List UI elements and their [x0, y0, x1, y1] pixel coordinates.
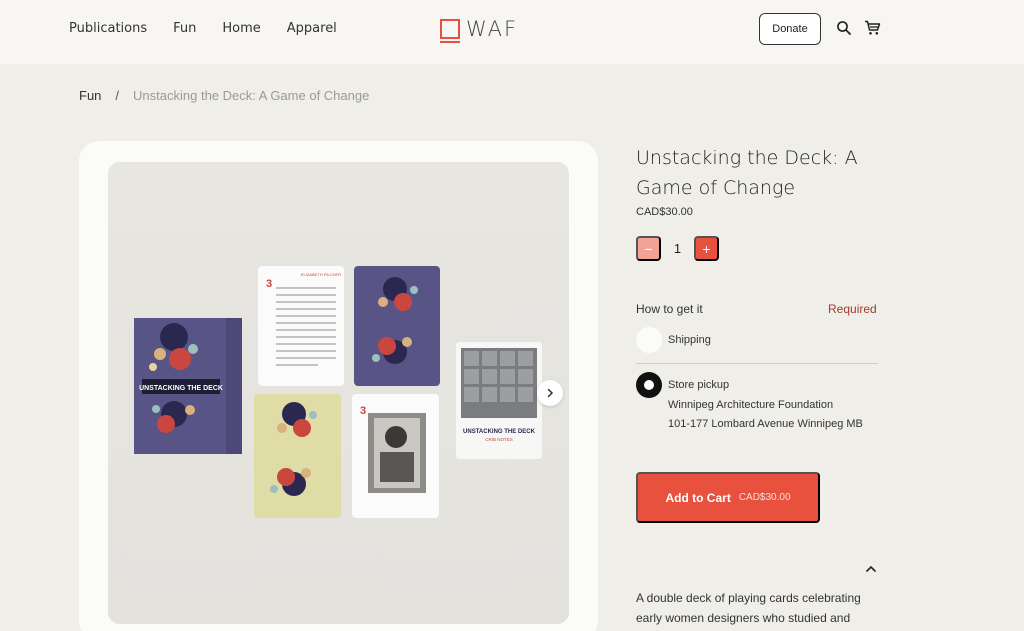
nav-item-fun[interactable]: Fun: [173, 20, 196, 38]
card-front-photo: 3: [352, 394, 439, 518]
chevron-up-icon[interactable]: [864, 561, 878, 575]
product-title: Unstacking the Deck: A Game of Change: [636, 147, 858, 199]
card-rank-top: 3: [266, 278, 272, 290]
logo-mark-icon: [440, 19, 460, 43]
breadcrumb-separator: /: [115, 88, 120, 103]
add-to-cart-button[interactable]: Add to Cart CAD$30.00: [636, 472, 820, 523]
pickup-location: Winnipeg Architecture Foundation: [668, 399, 834, 411]
shipping-option-label[interactable]: Shipping: [668, 331, 711, 350]
site-header: Publications Fun Home Apparel WAF Donate: [0, 0, 1024, 64]
main-nav: Publications Fun Home Apparel: [69, 20, 363, 38]
product-image[interactable]: UNSTACKING THE DECK 3 ELIZABETH PILCHER: [108, 162, 569, 624]
add-to-cart-label: Add to Cart: [665, 490, 731, 505]
quantity-value[interactable]: 1: [661, 241, 694, 256]
card-heading: ELIZABETH PILCHER: [301, 272, 341, 277]
nav-item-apparel[interactable]: Apparel: [287, 20, 337, 38]
store-pickup-radio[interactable]: [636, 372, 662, 398]
deck-box: UNSTACKING THE DECK: [134, 318, 242, 454]
logo-text: WAF: [466, 17, 519, 41]
cart-icon[interactable]: [864, 20, 881, 36]
add-to-cart-amount: CAD$30.00: [738, 492, 791, 503]
pickup-address: 101-177 Lombard Avenue Winnipeg MB: [668, 418, 863, 430]
breadcrumb-current: Unstacking the Deck: A Game of Change: [133, 88, 370, 103]
card-back-purple: [354, 266, 440, 386]
required-label: Required: [828, 302, 877, 316]
product-description: A double deck of playing cards celebrati…: [636, 591, 861, 625]
crib-notes-title: UNSTACKING THE DECK: [463, 429, 536, 435]
gallery-next-button[interactable]: [537, 380, 563, 406]
crib-notes-card: UNSTACKING THE DECK CRIB NOTES: [456, 342, 542, 459]
fulfillment-label: How to get it: [636, 302, 703, 316]
chevron-right-icon: [547, 388, 554, 398]
nav-item-publications[interactable]: Publications: [69, 20, 147, 38]
breadcrumb-parent-link[interactable]: Fun: [79, 88, 101, 103]
card-rank-bottom: 3: [360, 405, 366, 417]
product-price: CAD$30.00: [636, 206, 693, 218]
breadcrumb: Fun / Unstacking the Deck: A Game of Cha…: [79, 88, 369, 103]
store-pickup-option-label[interactable]: Store pickup: [668, 376, 729, 395]
nav-item-home[interactable]: Home: [222, 20, 260, 38]
site-logo[interactable]: WAF: [440, 17, 519, 43]
crib-notes-subtitle: CRIB NOTES: [485, 437, 513, 442]
shipping-radio[interactable]: [636, 327, 662, 353]
quantity-increase-button[interactable]: +: [694, 236, 719, 261]
quantity-stepper: − 1 +: [636, 236, 719, 261]
search-icon[interactable]: [836, 20, 852, 36]
card-front-1: 3 ELIZABETH PILCHER: [258, 266, 344, 386]
card-back-yellow: [254, 394, 341, 518]
options-divider: [636, 363, 878, 364]
quantity-decrease-button[interactable]: −: [636, 236, 661, 261]
donate-button[interactable]: Donate: [759, 13, 821, 45]
deck-box-title: UNSTACKING THE DECK: [139, 385, 223, 392]
